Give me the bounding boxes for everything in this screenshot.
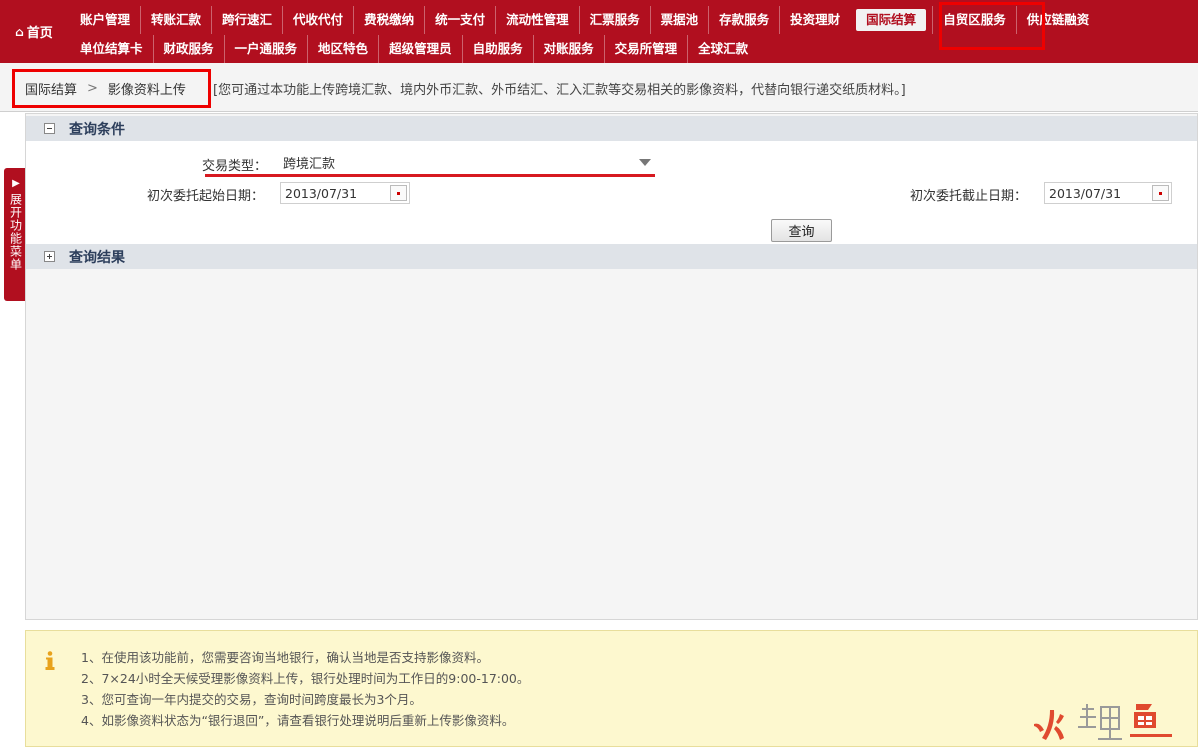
nav-item-draft-service[interactable]: 汇票服务 <box>578 6 650 34</box>
notice-item: 4、如影像资料状态为“银行退回”，请查看银行处理说明后重新上传影像资料。 <box>81 713 515 728</box>
top-navigation: ⌂ 首页 账户管理 转账汇款 跨行速汇 代收代付 费税缴纳 统一支付 流动性管理… <box>0 0 1198 63</box>
end-date-label: 初次委托截止日期： <box>910 189 1028 204</box>
nav-item-settlement-card[interactable]: 单位结算卡 <box>70 35 153 63</box>
nav-row-primary: 账户管理 转账汇款 跨行速汇 代收代付 费税缴纳 统一支付 流动性管理 汇票服务… <box>70 6 1099 34</box>
nav-item-transfer[interactable]: 转账汇款 <box>140 6 211 34</box>
home-label: 首页 <box>26 26 53 41</box>
breadcrumb-section[interactable]: 国际结算 <box>25 79 77 98</box>
watermark-logo <box>1034 704 1172 740</box>
nav-item-bill-pool[interactable]: 票据池 <box>649 6 709 34</box>
notice-item: 2、7×24小时全天候受理影像资料上传，银行处理时间为工作日的9:00-17:0… <box>81 671 530 686</box>
query-conditions-header[interactable]: 查询条件 <box>26 116 1197 141</box>
end-date-value: 2013/07/31 <box>1049 185 1122 201</box>
breadcrumb: 国际结算 > 影像资料上传 <box>12 69 211 108</box>
nav-item-interbank-remit[interactable]: 跨行速汇 <box>211 6 282 34</box>
home-button[interactable]: ⌂ 首页 <box>0 0 68 63</box>
nav-row-secondary: 单位结算卡 财政服务 一户通服务 地区特色 超级管理员 自助服务 对账服务 交易… <box>70 35 758 63</box>
nav-item-account-management[interactable]: 账户管理 <box>70 6 140 34</box>
query-conditions-title: 查询条件 <box>69 121 125 138</box>
txn-type-value: 跨境汇款 <box>283 157 336 172</box>
start-date-input[interactable]: 2013/07/31 <box>280 182 410 204</box>
nav-item-ftz[interactable]: 自贸区服务 <box>932 6 1016 34</box>
nav-item-collection-payment[interactable]: 代收代付 <box>282 6 353 34</box>
notice-panel: 1、在使用该功能前，您需要咨询当地银行，确认当地是否支持影像资料。 2、7×24… <box>25 630 1198 747</box>
collapse-icon[interactable] <box>44 123 55 134</box>
query-button[interactable]: 查询 <box>771 219 832 242</box>
nav-item-reconciliation[interactable]: 对账服务 <box>532 35 604 63</box>
notice-list: 1、在使用该功能前，您需要咨询当地银行，确认当地是否支持影像资料。 2、7×24… <box>81 647 529 731</box>
nav-item-liquidity[interactable]: 流动性管理 <box>495 6 579 34</box>
txn-type-select[interactable]: 跨境汇款 <box>279 152 655 173</box>
nav-item-deposit[interactable]: 存款服务 <box>708 6 779 34</box>
highlight-underline <box>205 174 655 177</box>
nav-item-self-service[interactable]: 自助服务 <box>461 35 533 63</box>
expand-menu-label: 展开功能菜单 <box>8 193 23 271</box>
main-panel: 查询条件 交易类型： 跨境汇款 初次委托起始日期： 2013/07/31 初次委… <box>25 113 1198 620</box>
nav-item-exchange[interactable]: 交易所管理 <box>603 35 688 63</box>
query-results-title: 查询结果 <box>69 249 125 266</box>
nav-item-international-settlement[interactable]: 国际结算 <box>856 9 927 31</box>
nav-item-investment[interactable]: 投资理财 <box>779 6 850 34</box>
nav-item-global-remit[interactable]: 全球汇款 <box>687 35 758 63</box>
chevron-down-icon <box>639 159 651 166</box>
home-icon: ⌂ <box>15 24 24 39</box>
expand-icon[interactable] <box>44 251 55 262</box>
page-description: [您可通过本功能上传跨境汇款、境内外币汇款、外币结汇、汇入汇款等交易相关的影像资… <box>213 83 906 98</box>
txn-type-label: 交易类型： <box>202 159 268 174</box>
end-date-input[interactable]: 2013/07/31 <box>1044 182 1172 204</box>
notice-item: 1、在使用该功能前，您需要咨询当地银行，确认当地是否支持影像资料。 <box>81 650 489 665</box>
nav-item-super-admin[interactable]: 超级管理员 <box>378 35 462 63</box>
breadcrumb-separator: > <box>87 81 98 96</box>
nav-item-regional[interactable]: 地区特色 <box>307 35 378 63</box>
breadcrumb-page: 影像资料上传 <box>107 83 186 98</box>
query-results-header[interactable]: 查询结果 <box>26 244 1197 269</box>
calendar-icon[interactable] <box>1152 185 1169 201</box>
nav-item-fee-tax[interactable]: 费税缴纳 <box>353 6 424 34</box>
arrow-right-icon: ▶ <box>12 178 20 189</box>
info-icon <box>45 651 55 670</box>
nav-item-unified-payment[interactable]: 统一支付 <box>424 6 495 34</box>
notice-item: 3、您可查询一年内提交的交易，查询时间跨度最长为3个月。 <box>81 692 422 707</box>
start-date-value: 2013/07/31 <box>285 185 358 201</box>
query-form: 交易类型： 跨境汇款 初次委托起始日期： 2013/07/31 初次委托截止日期… <box>26 141 1197 244</box>
nav-item-finance[interactable]: 财政服务 <box>152 35 224 63</box>
breadcrumb-bar: 国际结算 > 影像资料上传 [您可通过本功能上传跨境汇款、境内外币汇款、外币结汇… <box>0 63 1198 112</box>
nav-item-one-account[interactable]: 一户通服务 <box>223 35 308 63</box>
calendar-icon[interactable] <box>390 185 407 201</box>
nav-item-supply-chain[interactable]: 供应链融资 <box>1015 6 1100 34</box>
start-date-label: 初次委托起始日期： <box>147 189 265 204</box>
